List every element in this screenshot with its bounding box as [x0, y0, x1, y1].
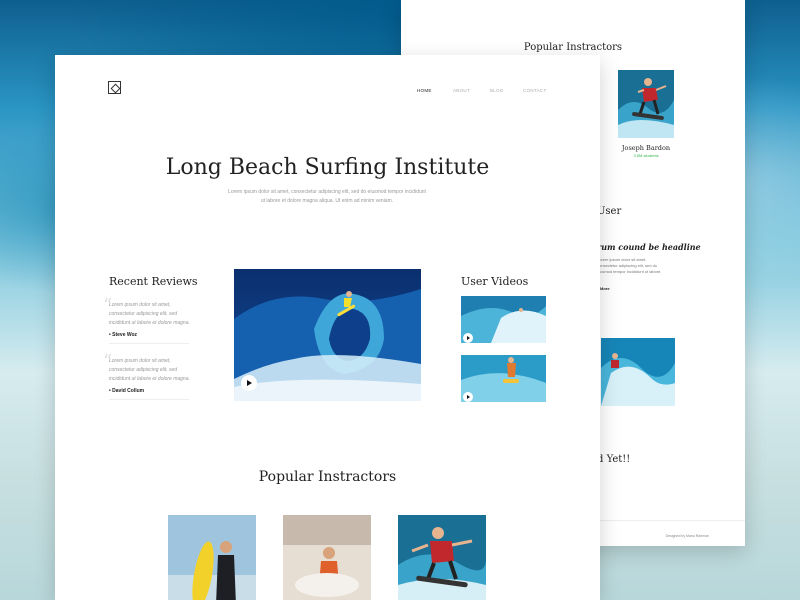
- instructor-card[interactable]: [398, 515, 486, 600]
- user-video-thumb[interactable]: [461, 296, 546, 343]
- play-button[interactable]: [241, 375, 257, 391]
- instructors-title: Popular Instractors: [258, 469, 397, 485]
- review-divider: [109, 399, 189, 400]
- back-more-link[interactable]: More: [600, 286, 610, 291]
- back-paragraph: Lorem ipsum dolor sit amet, consectetur …: [597, 257, 662, 274]
- instructor-card[interactable]: [283, 515, 371, 600]
- review-author: • David Collum: [109, 388, 145, 394]
- user-videos-title: User Videos: [461, 275, 529, 288]
- play-button[interactable]: [463, 333, 473, 343]
- nav-blog[interactable]: BLOG: [490, 88, 504, 93]
- back-instructor-name: Joseph Bardon: [621, 144, 671, 152]
- back-instructor-sub: 3.5M students: [633, 153, 659, 158]
- back-section-title: Popular Instractors: [523, 42, 623, 53]
- nav-about[interactable]: ABOUT: [453, 88, 470, 93]
- back-instructor-photo: [618, 70, 674, 138]
- back-surf-photo: [601, 338, 675, 406]
- nav-contact[interactable]: CONTACT: [523, 88, 547, 93]
- hero-title: Long Beach Surfing Institute: [165, 155, 490, 180]
- back-footer-credit: Designed by Manu Rahman: [665, 534, 709, 538]
- hero-subtitle: Lorem ipsum dolor sit amet, consectetur …: [228, 189, 426, 204]
- review-text: Lorem ipsum dolor sit amet, consectetur …: [109, 302, 190, 326]
- review-divider: [109, 343, 189, 344]
- review-text: Lorem ipsum dolor sit amet, consectetur …: [109, 358, 190, 382]
- review-author-name: Steve Woz: [112, 332, 138, 338]
- user-video-thumb[interactable]: [461, 355, 546, 402]
- nav-home[interactable]: HOME: [417, 88, 432, 93]
- diamond-logo-icon[interactable]: [108, 81, 121, 94]
- instructor-card[interactable]: [168, 515, 256, 600]
- back-heading-3: d Yet!!: [597, 454, 631, 465]
- front-page: HOME ABOUT BLOG CONTACT Long Beach Surfi…: [55, 55, 600, 600]
- play-button[interactable]: [463, 392, 473, 402]
- review-author: • Steve Woz: [109, 332, 138, 338]
- back-heading: User: [597, 206, 622, 217]
- reviews-title: Recent Reviews: [109, 275, 198, 288]
- review-author-name: David Collum: [112, 388, 145, 394]
- main-video[interactable]: [234, 269, 421, 401]
- back-headline: rum cound be headline: [597, 242, 701, 252]
